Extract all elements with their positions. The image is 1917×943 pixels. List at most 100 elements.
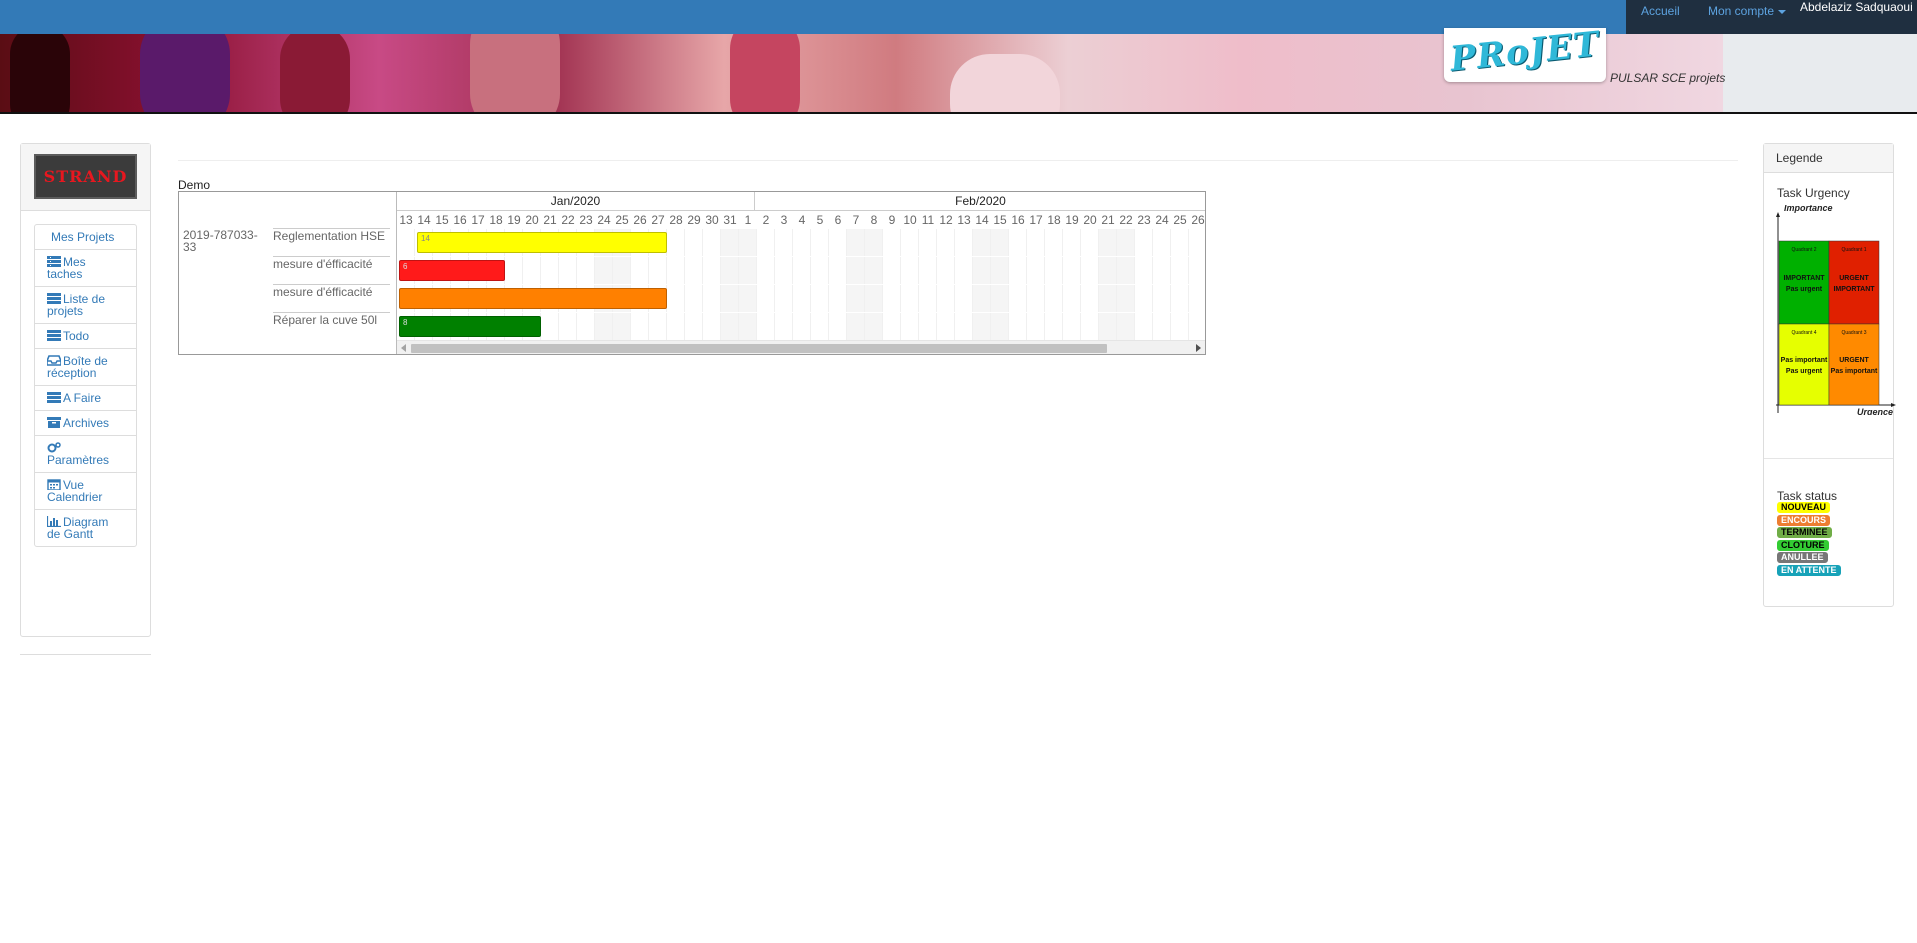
sidebar-item-inbox[interactable]: Boîte de réception: [35, 348, 136, 385]
sidebar-item-mes-projets[interactable]: Mes Projets: [35, 225, 136, 249]
gantt-day-header: 7: [852, 213, 860, 227]
gantt-cell: [1081, 313, 1099, 340]
gantt-cell: [667, 285, 685, 312]
sidebar-item-parametres[interactable]: Paramètres: [35, 435, 136, 472]
gantt-cell: [667, 257, 685, 284]
urgency-title: Task Urgency: [1777, 186, 1850, 200]
banner-image-shape: [950, 54, 1060, 112]
gantt-cell: [1135, 285, 1153, 312]
status-badge: ANULLEE: [1777, 552, 1828, 563]
gantt-day-header: 16: [1011, 213, 1025, 227]
sidebar-item-calendrier[interactable]: Vue Calendrier: [35, 472, 136, 509]
gantt-cell: [793, 257, 811, 284]
sidebar-item-todo[interactable]: Todo: [35, 323, 136, 348]
status-badge: CLOTURE: [1777, 539, 1829, 551]
sidebar-item-gantt[interactable]: Diagram de Gantt: [35, 509, 136, 546]
gantt-cell: [1045, 313, 1063, 340]
gantt-day-header: 3: [780, 213, 788, 227]
gantt-cell: [739, 257, 757, 284]
task-name[interactable]: mesure d'éfficacité: [273, 286, 388, 298]
gantt-bar-label: 8: [403, 318, 408, 327]
nav-account-dropdown[interactable]: Mon compte: [1708, 4, 1787, 18]
gantt-cell: [919, 285, 937, 312]
gantt-cell: [739, 229, 757, 256]
gantt-cell: [703, 257, 721, 284]
scroll-thumb[interactable]: [411, 344, 1107, 353]
status-badge: ENCOURS: [1777, 514, 1831, 526]
gantt-cell: [649, 257, 667, 284]
gantt-cell: [1135, 313, 1153, 340]
gantt-cell: [1081, 257, 1099, 284]
gantt-day-header: 26: [1191, 213, 1205, 227]
status-badge: EN ATTENTE: [1777, 564, 1841, 576]
gantt-task-bar[interactable]: [399, 288, 667, 309]
gantt-cell: [1027, 285, 1045, 312]
gantt-cell: [1063, 257, 1081, 284]
gantt-cell: [901, 229, 919, 256]
gantt-cell: [937, 229, 955, 256]
archive-icon: [47, 417, 61, 428]
sidebar-item-mes-taches[interactable]: Mes taches: [35, 249, 136, 286]
gantt-day-header: 22: [1119, 213, 1133, 227]
gantt-cell: [1027, 229, 1045, 256]
gantt-day-header: 25: [1173, 213, 1187, 227]
gantt-cell: [721, 285, 739, 312]
bar-chart-icon: [47, 516, 61, 527]
gantt-cell: [1099, 285, 1117, 312]
task-name[interactable]: mesure d'éfficacité: [273, 258, 388, 270]
gantt-task-bar[interactable]: 14: [417, 232, 667, 253]
gantt-cell: [901, 313, 919, 340]
gantt-cell: [667, 313, 685, 340]
gantt-task-bar[interactable]: 6: [399, 260, 505, 281]
top-navbar: Accueil Mon compte Abdelaziz Sadquaoui: [0, 0, 1917, 34]
gantt-task-bar[interactable]: 8: [399, 316, 541, 337]
banner-image-shape: [470, 34, 560, 112]
gantt-cell: [757, 313, 775, 340]
gantt-cell: [1171, 257, 1189, 284]
task-name[interactable]: Réparer la cuve 50l: [273, 314, 388, 326]
svg-text:Pas important: Pas important: [1781, 357, 1828, 364]
gantt-cell: [1099, 313, 1117, 340]
gantt-cell: [775, 229, 793, 256]
gantt-cell: [793, 313, 811, 340]
gantt-day-header: 19: [507, 213, 521, 227]
gantt-day-header: 23: [579, 213, 593, 227]
gantt-day-header: 21: [1101, 213, 1115, 227]
gantt-cell: [1153, 257, 1171, 284]
nav-home-link[interactable]: Accueil: [1641, 4, 1680, 18]
gantt-day-header: 17: [1029, 213, 1043, 227]
task-name[interactable]: Reglementation HSE: [273, 230, 388, 242]
gantt-cell: [649, 313, 667, 340]
svg-text:URGENT: URGENT: [1839, 357, 1869, 364]
scroll-left-icon[interactable]: [401, 344, 406, 352]
gantt-cell: [829, 257, 847, 284]
user-name[interactable]: Abdelaziz Sadquaoui: [1800, 0, 1913, 14]
scroll-right-icon[interactable]: [1196, 344, 1201, 352]
gantt-day-header: 16: [453, 213, 467, 227]
gantt-day-header: 20: [525, 213, 539, 227]
gantt-cell: [1045, 285, 1063, 312]
gantt-day-header: 22: [561, 213, 575, 227]
gantt-cell: [1117, 285, 1135, 312]
sidebar-item-archives[interactable]: Archives: [35, 410, 136, 435]
banner-image-shape: [10, 34, 70, 112]
gantt-cell: [757, 257, 775, 284]
legend-divider: [1764, 458, 1893, 459]
quadrant-1: [1828, 240, 1880, 325]
gantt-cell: [919, 313, 937, 340]
status-badge: TERMINEE: [1777, 527, 1832, 538]
gantt-cell: [685, 313, 703, 340]
left-sidebar: STRAND Mes Projets Mes taches Liste de p…: [20, 143, 151, 637]
gantt-cell: [1153, 229, 1171, 256]
gantt-day-header: 21: [543, 213, 557, 227]
gantt-cell: [937, 285, 955, 312]
gantt-day-header: 13: [957, 213, 971, 227]
gantt-horizontal-scrollbar[interactable]: [397, 340, 1205, 354]
gantt-cell: [1189, 285, 1205, 312]
gantt-day-header: 19: [1065, 213, 1079, 227]
sidebar-item-a-faire[interactable]: A Faire: [35, 385, 136, 410]
gantt-day-header: 2: [762, 213, 770, 227]
sidebar-item-liste-projets[interactable]: Liste de projets: [35, 286, 136, 323]
gantt-cell: [667, 229, 685, 256]
gantt-bar-label: 14: [421, 234, 430, 243]
